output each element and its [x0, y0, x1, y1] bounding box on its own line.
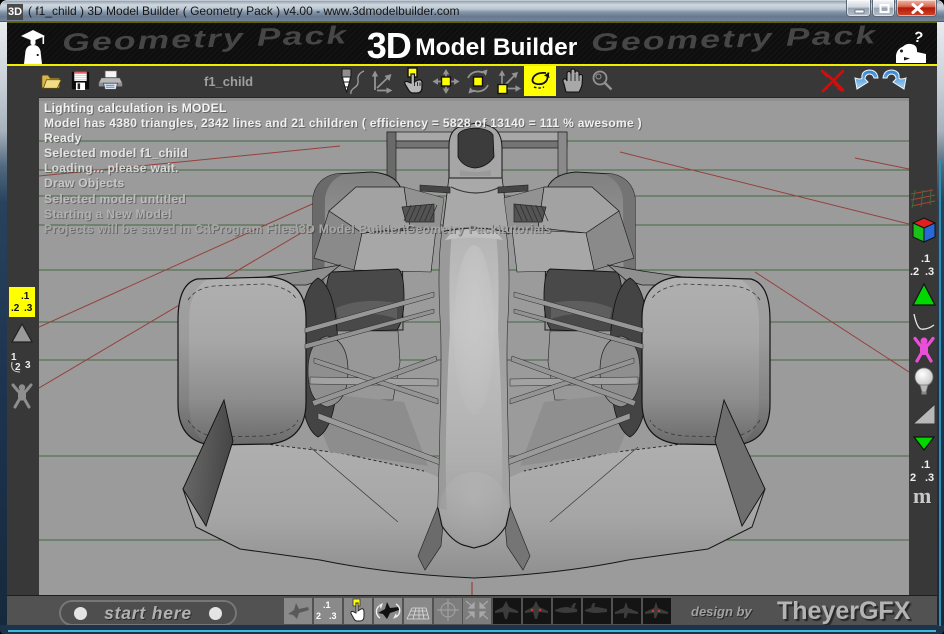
svg-text:2: 2: [316, 611, 321, 621]
svg-text:.3: .3: [24, 303, 33, 314]
svg-text:.2: .2: [11, 303, 20, 314]
svg-text:.3: .3: [925, 266, 934, 278]
svg-text:?: ?: [912, 28, 924, 46]
svg-text:3: 3: [25, 360, 31, 371]
svg-text:2: 2: [910, 472, 916, 484]
svg-text:.1: .1: [921, 459, 930, 471]
svg-text:.1: .1: [323, 600, 331, 610]
svg-text:.2: .2: [910, 266, 919, 278]
svg-text:.3: .3: [925, 472, 934, 484]
svg-text:.3: .3: [329, 611, 337, 621]
svg-text:.1: .1: [21, 291, 30, 302]
svg-text:m: m: [913, 484, 931, 508]
svg-text:.1: .1: [921, 253, 930, 265]
